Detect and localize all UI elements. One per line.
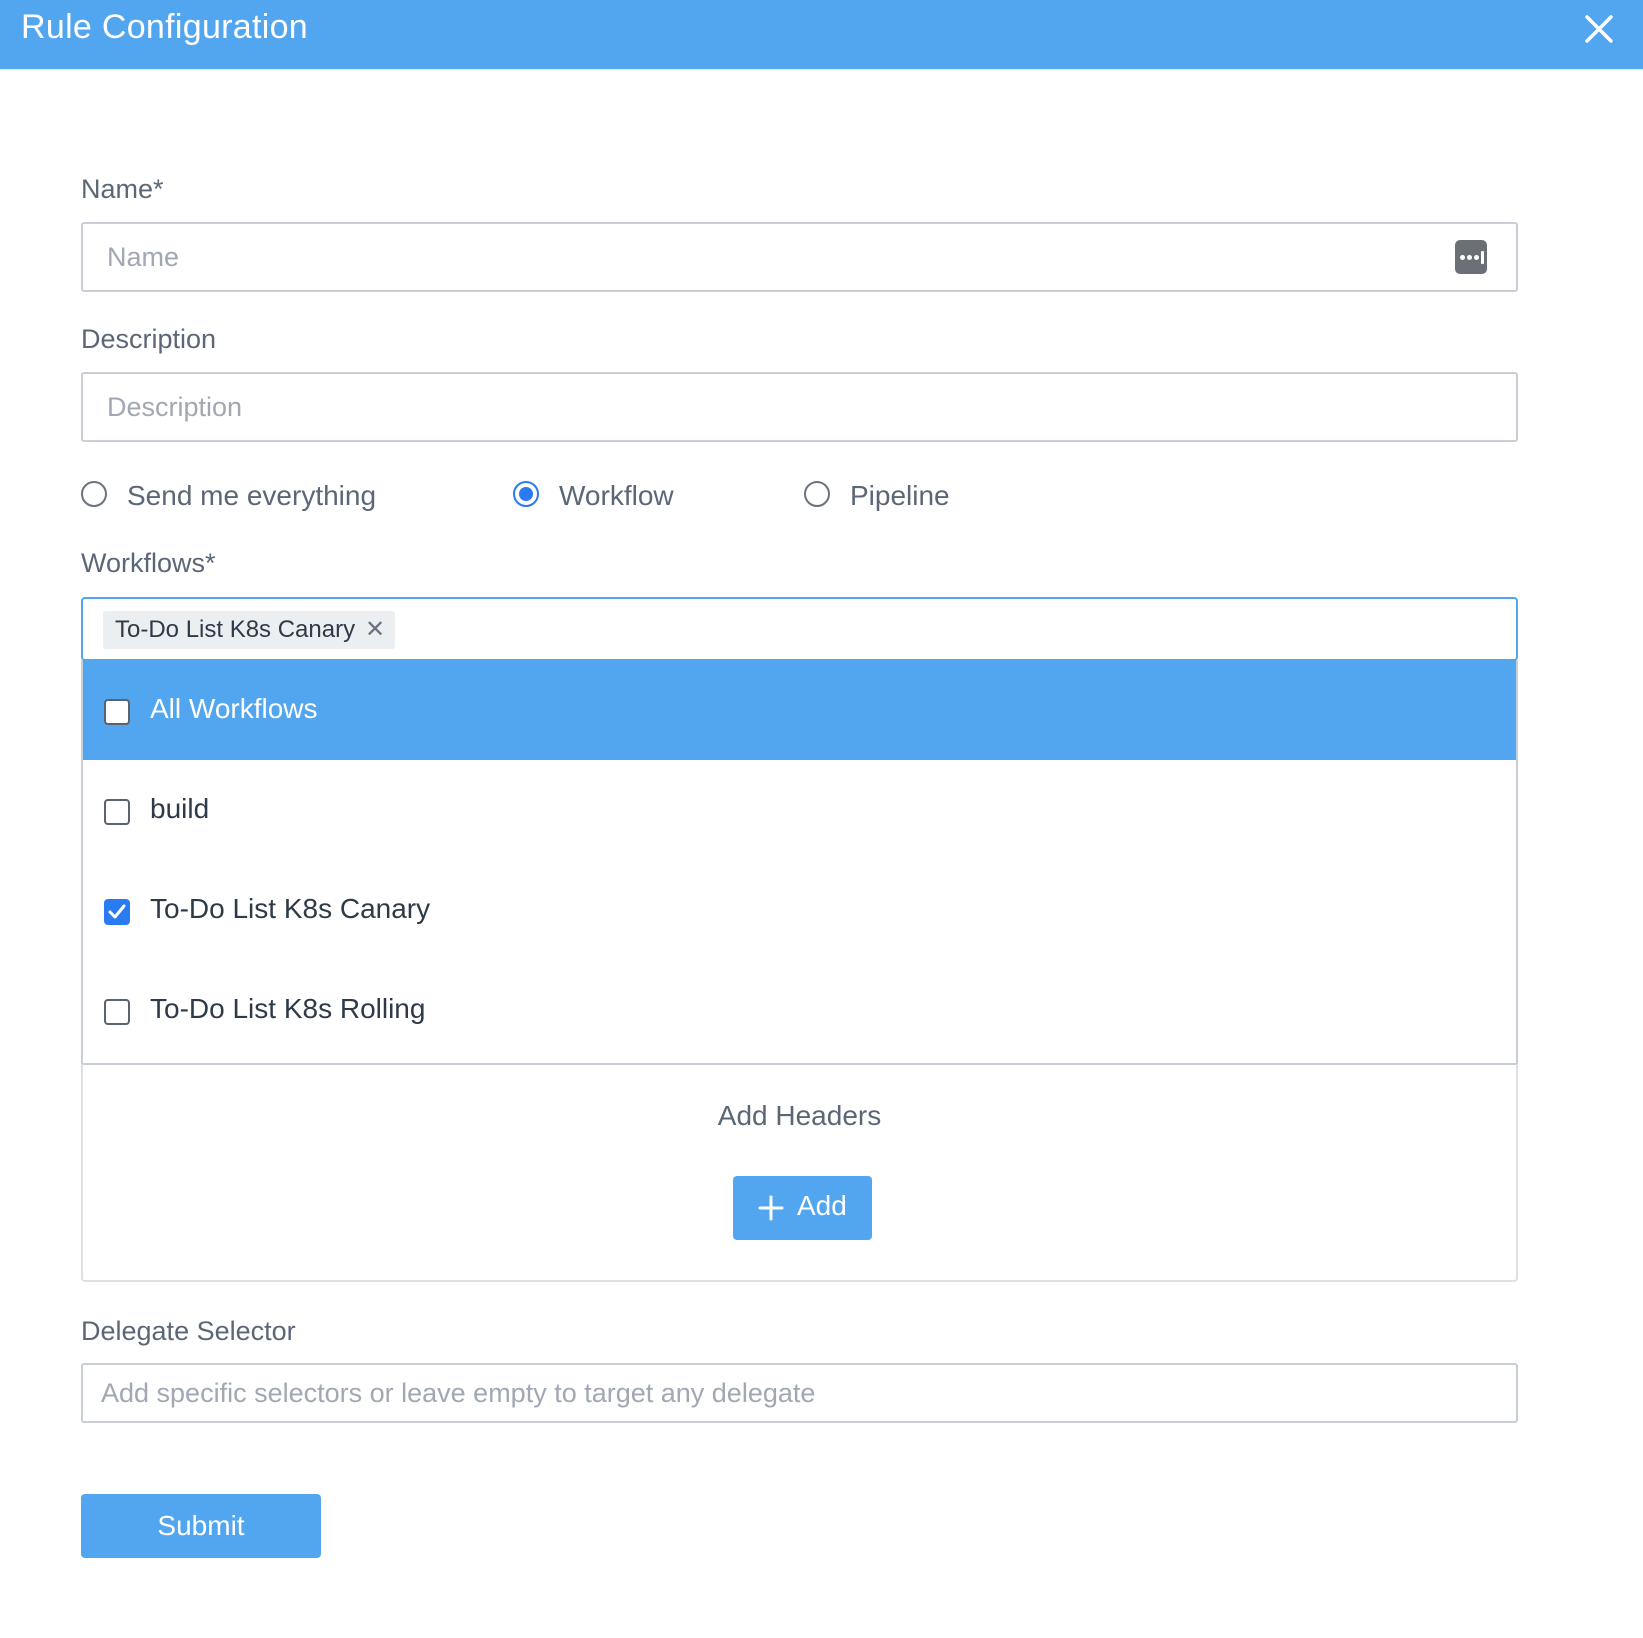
checkbox[interactable] <box>104 699 130 725</box>
radio-label: Workflow <box>559 480 674 511</box>
plus-icon <box>758 1195 784 1221</box>
workflows-label: Workflows* <box>81 548 216 578</box>
description-label: Description <box>81 324 217 354</box>
radio-button[interactable] <box>804 481 830 507</box>
radio-label: Pipeline <box>850 480 950 511</box>
submit-button[interactable]: Submit <box>81 1494 321 1558</box>
selected-chip: To-Do List K8s Canary ✕ <box>103 611 396 649</box>
radio-label: Send me everything <box>127 480 377 511</box>
checkbox[interactable] <box>104 799 130 825</box>
checkbox-checked[interactable] <box>104 899 130 925</box>
dialog-header: Rule Configuration <box>0 0 1643 70</box>
option-label: To-Do List K8s Rolling <box>150 993 426 1024</box>
workflows-multiselect[interactable]: To-Do List K8s Canary ✕ <box>81 597 1518 661</box>
option-build[interactable]: build <box>83 760 1516 860</box>
radio-button[interactable] <box>81 481 107 507</box>
dialog-title: Rule Configuration <box>21 8 309 46</box>
chip-label: To-Do List K8s Canary <box>115 616 356 643</box>
headers-section: Add Headers Add <box>81 1064 1518 1282</box>
workflows-dropdown: All Workflows build To-Do List K8s Canar… <box>81 660 1518 1065</box>
close-icon[interactable] <box>1584 14 1614 44</box>
option-todo-canary[interactable]: To-Do List K8s Canary <box>83 860 1516 960</box>
add-header-button[interactable]: Add <box>733 1176 872 1240</box>
chip-remove-icon[interactable]: ✕ <box>365 611 385 649</box>
delegate-selector-input[interactable] <box>81 1363 1518 1423</box>
name-input[interactable] <box>81 222 1518 292</box>
check-icon <box>108 904 126 919</box>
option-all-workflows[interactable]: All Workflows <box>83 660 1516 760</box>
delegate-selector-label: Delegate Selector <box>81 1316 296 1346</box>
description-input[interactable] <box>81 372 1518 442</box>
radio-button[interactable] <box>513 481 539 507</box>
name-label: Name* <box>81 174 164 204</box>
headers-title: Add Headers <box>717 1100 882 1131</box>
scope-radio-group: Send me everything Workflow Pipeline <box>81 478 981 518</box>
option-label: To-Do List K8s Canary <box>150 893 431 924</box>
option-label: build <box>150 793 210 824</box>
option-label: All Workflows <box>150 693 318 724</box>
add-button-label: Add <box>797 1190 847 1221</box>
more-icon[interactable] <box>1455 240 1487 274</box>
option-todo-rolling[interactable]: To-Do List K8s Rolling <box>83 960 1516 1060</box>
checkbox[interactable] <box>104 999 130 1025</box>
